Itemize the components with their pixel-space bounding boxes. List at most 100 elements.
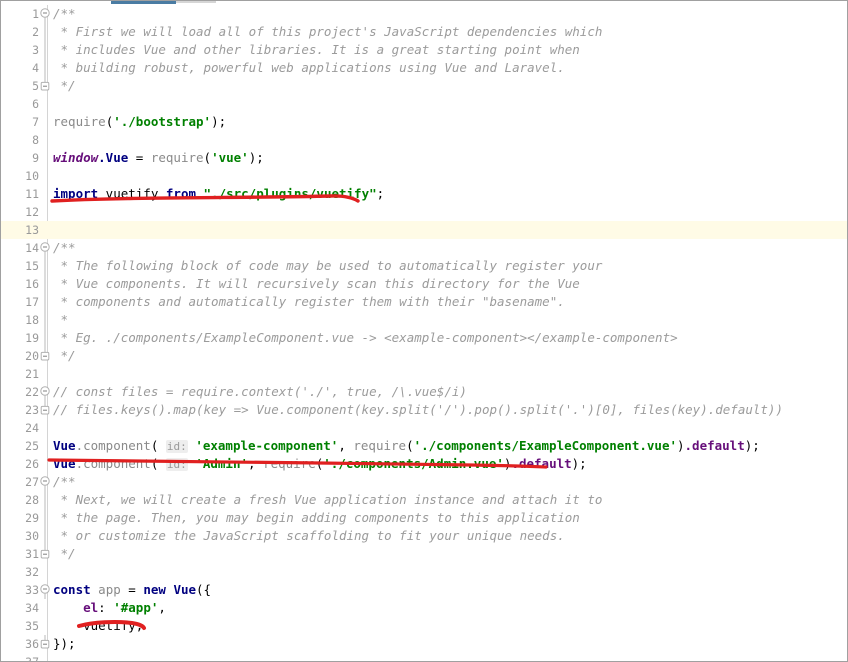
token-string: "./src/plugins/vuetify" — [203, 186, 377, 201]
token-punct: ) — [677, 438, 685, 453]
code-line[interactable]: 15 * The following block of code may be … — [1, 257, 847, 275]
code-line[interactable]: 26 Vue.component( id: 'Admin', require('.… — [1, 455, 847, 473]
code-fold-end-icon[interactable] — [39, 77, 53, 95]
token-class: .Vue — [98, 150, 129, 165]
code-line[interactable]: 10 — [1, 167, 847, 185]
code-fold-end-icon[interactable] — [39, 401, 53, 419]
line-number: 32 — [25, 565, 39, 579]
token-string: 'Admin' — [195, 456, 248, 471]
code-line[interactable]: 16 * Vue components. It will recursively… — [1, 275, 847, 293]
code-line[interactable]: 32 — [1, 563, 847, 581]
code-line[interactable]: 3 * includes Vue and other libraries. It… — [1, 41, 847, 59]
code-fold-mid-icon — [39, 59, 53, 77]
token-punct: , — [248, 456, 264, 471]
token-keyword: const — [53, 582, 91, 597]
code-line[interactable]: 21 — [1, 365, 847, 383]
code-line-content: * Vue components. It will recursively sc… — [53, 275, 847, 293]
code-line[interactable]: 36}); — [1, 635, 847, 653]
code-fold-start-icon[interactable] — [39, 5, 53, 23]
code-line-content: * components and automatically register … — [53, 293, 847, 311]
code-line[interactable]: 18 * — [1, 311, 847, 329]
code-line-content: // const files = require.context('./', t… — [53, 383, 847, 401]
line-number: 16 — [25, 277, 39, 291]
token-punct: = — [128, 150, 151, 165]
code-editor-window: 1 /** 2 * First we will load all of this p… — [0, 0, 848, 662]
code-fold-mid-icon — [39, 275, 53, 293]
line-number: 10 — [25, 169, 39, 183]
code-line[interactable]: 8 — [1, 131, 847, 149]
code-fold-start-icon[interactable] — [39, 239, 53, 257]
code-line[interactable]: 6 — [1, 95, 847, 113]
token-punct: ); — [248, 150, 264, 165]
token-string: './bootstrap' — [113, 114, 212, 129]
code-line[interactable]: 28 * Next, we will create a fresh Vue ap… — [1, 491, 847, 509]
code-line[interactable]: 1 /** — [1, 5, 847, 23]
token-comment: */ — [53, 348, 76, 363]
code-line[interactable]: 2 * First we will load all of this proje… — [1, 23, 847, 41]
code-line[interactable]: 29 * the page. Then, you may begin addin… — [1, 509, 847, 527]
code-text-area[interactable]: 1 /** 2 * First we will load all of this p… — [1, 5, 847, 661]
token-hint: id: — [165, 458, 188, 471]
token-string: './components/ExampleComponent.vue' — [413, 438, 677, 453]
code-line[interactable]: 31 */ — [1, 545, 847, 563]
line-number: 7 — [32, 115, 39, 129]
code-line-content: * or customize the JavaScript scaffoldin… — [53, 527, 847, 545]
token-ident: .component — [75, 456, 151, 471]
token-string: './components/Admin.vue' — [323, 456, 504, 471]
code-fold-start-icon[interactable] — [39, 581, 53, 599]
code-line[interactable]: 30 * or customize the JavaScript scaffol… — [1, 527, 847, 545]
code-line[interactable]: 35 vuetify, — [1, 617, 847, 635]
code-line[interactable]: 27 /** — [1, 473, 847, 491]
code-line-content: // files.keys().map(key => Vue.component… — [53, 401, 847, 419]
line-number: 30 — [25, 529, 39, 543]
token-comment: * or customize the JavaScript scaffoldin… — [53, 528, 565, 543]
code-line[interactable]: 22 // const files = require.context('./',… — [1, 383, 847, 401]
code-line[interactable]: 14 /** — [1, 239, 847, 257]
line-number: 22 — [25, 385, 39, 399]
code-line[interactable]: 34 el: '#app', — [1, 599, 847, 617]
code-fold-end-icon[interactable] — [39, 635, 53, 653]
code-line[interactable]: 37 — [1, 653, 847, 661]
code-line[interactable]: 20 */ — [1, 347, 847, 365]
code-line-content: /** — [53, 239, 847, 257]
code-fold-mid-icon — [39, 509, 53, 527]
token-string: 'vue' — [211, 150, 249, 165]
token-ident: app — [90, 582, 121, 597]
code-line[interactable]: 4 * building robust, powerful web applic… — [1, 59, 847, 77]
code-line[interactable]: 33 const app = new Vue({ — [1, 581, 847, 599]
token-comment: * First we will load all of this project… — [53, 24, 603, 39]
line-number: 27 — [25, 475, 39, 489]
code-line[interactable]: 24 — [1, 419, 847, 437]
code-fold-end-icon[interactable] — [39, 347, 53, 365]
code-line[interactable]: 23 // files.keys().map(key => Vue.compone… — [1, 401, 847, 419]
code-line[interactable]: 13 — [1, 221, 847, 239]
line-number: 11 — [25, 187, 39, 201]
line-number: 24 — [25, 421, 39, 435]
line-number: 5 — [32, 79, 39, 93]
token-comment: /** — [53, 240, 76, 255]
code-line[interactable]: 5 */ — [1, 77, 847, 95]
code-line-content: */ — [53, 347, 847, 365]
code-line[interactable]: 19 * Eg. ./components/ExampleComponent.v… — [1, 329, 847, 347]
token-class: Vue — [53, 456, 76, 471]
code-fold-start-icon[interactable] — [39, 473, 53, 491]
code-line[interactable]: 11 import vuetify from "./src/plugins/vue… — [1, 185, 847, 203]
code-line-content: * The following block of code may be use… — [53, 257, 847, 275]
code-line[interactable]: 12 — [1, 203, 847, 221]
token-comment: * Vue components. It will recursively sc… — [53, 276, 580, 291]
code-line-content: Vue.component( id: 'Admin', require('./c… — [53, 455, 847, 474]
editor-tab-accent-bar — [111, 1, 176, 4]
code-line[interactable]: 17 * components and automatically regist… — [1, 293, 847, 311]
code-fold-end-icon[interactable] — [39, 545, 53, 563]
code-line[interactable]: 25 Vue.component( id: 'example-component'… — [1, 437, 847, 455]
code-fold-mid-icon — [39, 311, 53, 329]
token-hint: id: — [165, 440, 188, 453]
code-fold-mid-icon — [39, 23, 53, 41]
line-number: 3 — [32, 43, 39, 57]
code-line[interactable]: 7 require('./bootstrap'); — [1, 113, 847, 131]
code-fold-start-icon[interactable] — [39, 383, 53, 401]
code-line[interactable]: 9 window.Vue = require('vue'); — [1, 149, 847, 167]
code-line-content: window.Vue = require('vue'); — [53, 149, 847, 167]
code-line-content: Vue.component( id: 'example-component', … — [53, 437, 847, 456]
